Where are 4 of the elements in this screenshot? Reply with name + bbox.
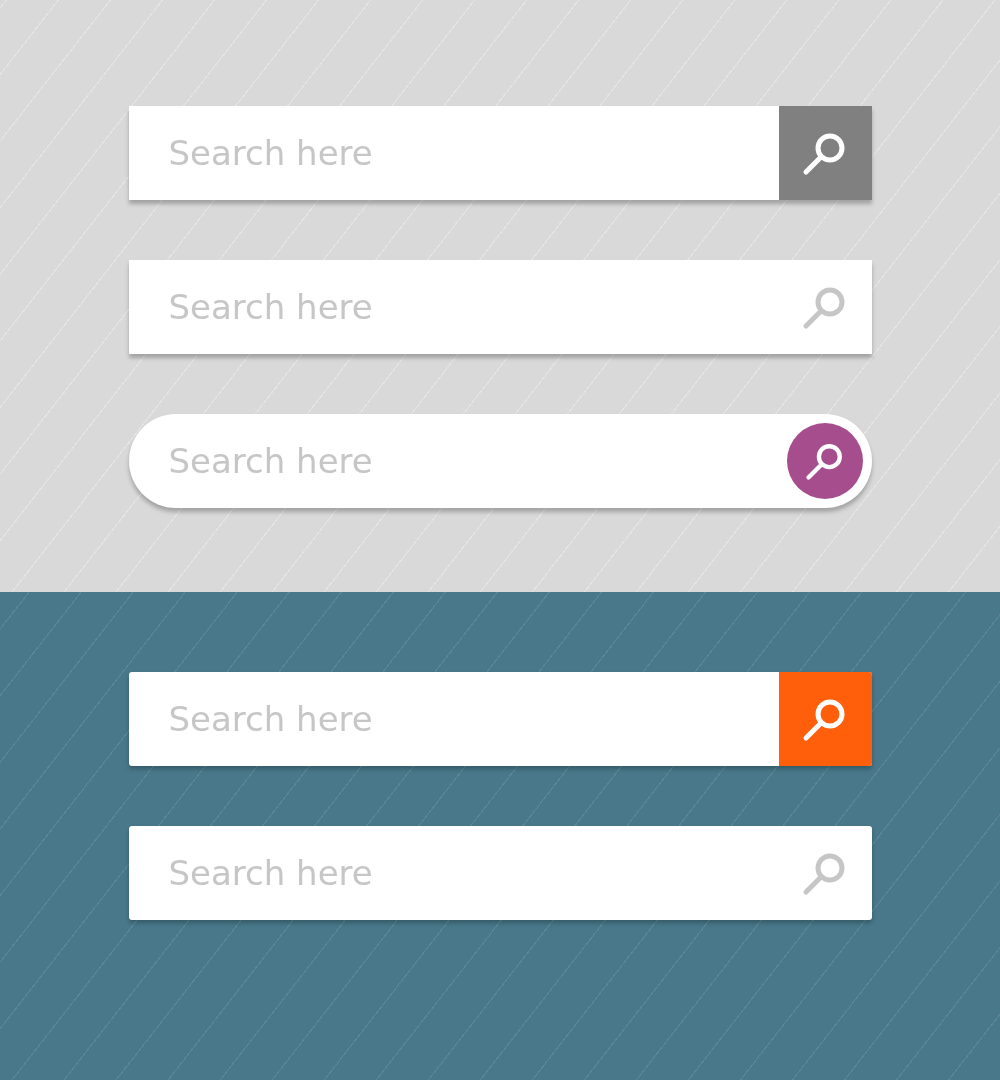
- search-button[interactable]: [778, 672, 872, 766]
- search-button[interactable]: [778, 106, 872, 200]
- search-button[interactable]: [786, 423, 863, 499]
- search-icon: [804, 441, 845, 481]
